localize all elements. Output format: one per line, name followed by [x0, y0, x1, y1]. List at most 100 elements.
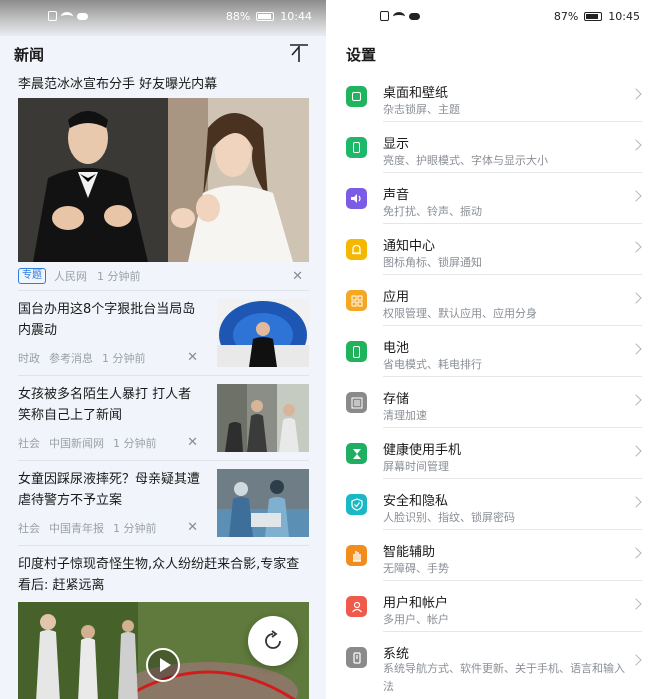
settings-list: 桌面和壁纸 杂志锁屏、主题 显示 亮度、护眼模式、字体与显示大小 声音 免打扰、… — [328, 71, 654, 699]
battery-icon — [346, 341, 367, 362]
bell-icon — [346, 239, 367, 260]
settings-item-users[interactable]: 用户和帐户 多用户、帐户 — [328, 581, 654, 632]
settings-item-label: 存储 — [383, 392, 410, 407]
settings-item-sub: 无障碍、手势 — [383, 562, 449, 575]
settings-item-display[interactable]: 显示 亮度、护眼模式、字体与显示大小 — [328, 122, 654, 173]
news-thumbnail — [217, 299, 309, 367]
settings-item-sub: 杂志锁屏、主题 — [383, 103, 460, 116]
status-icons — [48, 11, 88, 21]
chevron-right-icon — [630, 343, 642, 355]
settings-item-label: 桌面和壁纸 — [383, 86, 449, 101]
display-icon — [346, 137, 367, 158]
news-source: 参考消息 — [49, 352, 93, 365]
status-right: 88% 10:44 — [226, 10, 312, 23]
news-category: 社会 — [18, 522, 40, 535]
thumbnail-photo — [217, 299, 309, 367]
battery-percent: 88% — [225, 10, 251, 23]
chevron-right-icon — [630, 547, 642, 559]
hourglass-icon — [346, 443, 367, 464]
settings-item-sub: 系统导航方式、软件更新、关于手机、语言和输入法 — [383, 662, 625, 693]
news-headline: 女童因踩尿液摔死？母亲疑其遭虐待警方不予立案 — [18, 472, 201, 508]
hero-image[interactable] — [18, 98, 309, 262]
news-headline: 国台办用这8个字狠批台当局岛内震动 — [18, 302, 196, 338]
status-right: 87% 10:45 — [554, 10, 640, 23]
dismiss-icon[interactable]: ✕ — [292, 269, 303, 284]
settings-item-label: 安全和隐私 — [383, 494, 449, 509]
thumbnail-photo — [217, 469, 309, 537]
wifi-icon — [393, 11, 405, 21]
chevron-right-icon — [630, 88, 642, 100]
chevron-right-icon — [630, 445, 642, 457]
battery-icon — [584, 12, 603, 21]
cloud-icon — [409, 12, 420, 20]
storage-icon — [346, 392, 367, 413]
settings-item-battery[interactable]: 电池 省电模式、耗电排行 — [328, 326, 654, 377]
settings-item-sound[interactable]: 声音 免打扰、铃声、振动 — [328, 173, 654, 224]
cloud-icon — [77, 12, 88, 20]
settings-item-apps[interactable]: 应用 权限管理、默认应用、应用分身 — [328, 275, 654, 326]
divider — [18, 545, 309, 546]
news-time: 1 分钟前 — [113, 437, 157, 450]
news-item[interactable]: 女孩被多名陌生人暴打 打人者笑称自己上了新闻 社会 中国新闻网 1 分钟前 ✕ — [18, 376, 309, 460]
news-headline[interactable]: 印度村子惊现奇怪生物,众人纷纷赶来合影,专家查看后: 赶紧远离 — [18, 554, 309, 596]
settings-item-system[interactable]: 系统 系统导航方式、软件更新、关于手机、语言和输入法 — [328, 632, 654, 699]
settings-item-label: 声音 — [383, 188, 410, 203]
news-item[interactable]: 女童因踩尿液摔死？母亲疑其遭虐待警方不予立案 社会 中国青年报 1 分钟前 ✕ — [18, 461, 309, 545]
settings-item-label: 应用 — [383, 290, 410, 305]
sound-icon — [346, 188, 367, 209]
settings-item-label: 智能辅助 — [383, 545, 436, 560]
chevron-right-icon — [630, 394, 642, 406]
settings-item-sub: 清理加速 — [383, 409, 427, 422]
page-title: 设置 — [346, 46, 377, 64]
news-meta: 时政 参考消息 1 分钟前 ✕ — [18, 350, 204, 366]
refresh-button[interactable] — [248, 616, 298, 666]
settings-item-sub: 多用户、帐户 — [383, 613, 449, 626]
system-icon — [346, 647, 367, 668]
refresh-icon — [265, 630, 281, 649]
news-source: 人民网 — [54, 270, 87, 283]
news-meta: 社会 中国青年报 1 分钟前 ✕ — [18, 520, 204, 536]
dismiss-icon[interactable]: ✕ — [187, 435, 198, 450]
chevron-right-icon — [630, 139, 642, 151]
settings-item-label: 通知中心 — [383, 239, 436, 254]
settings-item-label: 电池 — [383, 341, 410, 356]
news-source: 中国新闻网 — [49, 437, 104, 450]
play-icon[interactable] — [146, 648, 180, 682]
wallpaper-icon — [346, 86, 367, 107]
topic-tag[interactable]: 专题 — [18, 268, 46, 284]
wifi-icon — [61, 11, 73, 21]
settings-item-sub: 亮度、护眼模式、字体与显示大小 — [383, 154, 548, 167]
hero-headline[interactable]: 李晨范冰冰宣布分手 好友曝光内幕 — [18, 74, 309, 96]
back-to-top-icon[interactable] — [288, 42, 310, 64]
hero-photo — [18, 98, 309, 262]
chevron-right-icon — [630, 598, 642, 610]
dismiss-icon[interactable]: ✕ — [187, 520, 198, 535]
news-thumbnail — [217, 469, 309, 537]
status-bar: 87% 10:45 — [328, 0, 654, 36]
chevron-right-icon — [630, 241, 642, 253]
settings-item-notifications[interactable]: 通知中心 图标角标、锁屏通知 — [328, 224, 654, 275]
dismiss-icon[interactable]: ✕ — [187, 350, 198, 365]
news-header: 新闻 — [0, 36, 326, 74]
settings-item-sub: 图标角标、锁屏通知 — [383, 256, 482, 269]
settings-item-storage[interactable]: 存储 清理加速 — [328, 377, 654, 428]
settings-item-sub: 屏幕时间管理 — [383, 460, 449, 473]
settings-item-smart-assist[interactable]: 智能辅助 无障碍、手势 — [328, 530, 654, 581]
chevron-right-icon — [630, 190, 642, 202]
news-item[interactable]: 国台办用这8个字狠批台当局岛内震动 时政 参考消息 1 分钟前 ✕ — [18, 291, 309, 375]
news-source: 中国青年报 — [49, 522, 104, 535]
settings-item-security[interactable]: 安全和隐私 人脸识别、指纹、锁屏密码 — [328, 479, 654, 530]
settings-item-label: 用户和帐户 — [383, 596, 449, 611]
status-time: 10:45 — [608, 10, 640, 23]
settings-item-sub: 省电模式、耗电排行 — [383, 358, 482, 371]
settings-item-digital-balance[interactable]: 健康使用手机 屏幕时间管理 — [328, 428, 654, 479]
settings-pane: 87% 10:45 设置 桌面和壁纸 杂志锁屏、主题 显示 亮度、护眼模式、字体… — [328, 0, 654, 699]
settings-item-label: 健康使用手机 — [383, 443, 462, 458]
chevron-right-icon — [630, 496, 642, 508]
settings-item-wallpaper[interactable]: 桌面和壁纸 杂志锁屏、主题 — [328, 71, 654, 122]
status-icons — [380, 11, 420, 21]
hero-meta: 专题 人民网 1 分钟前 ✕ — [18, 262, 309, 290]
news-meta: 社会 中国新闻网 1 分钟前 ✕ — [18, 435, 204, 451]
settings-item-sub: 免打扰、铃声、振动 — [383, 205, 482, 218]
hand-icon — [346, 545, 367, 566]
